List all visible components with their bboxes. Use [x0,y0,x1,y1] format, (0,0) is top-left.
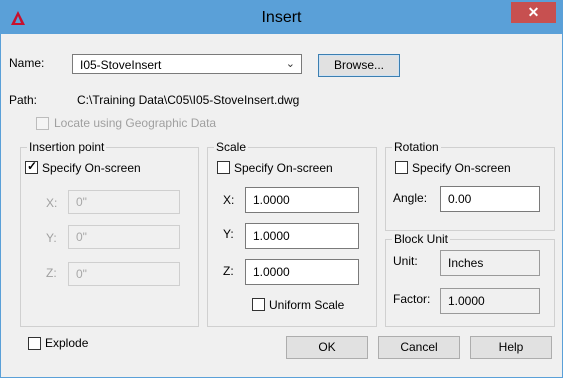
unit-label: Unit: [393,254,418,268]
rotation-title: Rotation [392,140,441,154]
angle-label: Angle: [393,191,428,205]
path-label: Path: [9,93,38,107]
scale-y-label: Y: [223,227,234,241]
scale-x-label: X: [223,193,235,207]
insertion-specify-checkbox[interactable]: ✓ [25,159,38,174]
cancel-button[interactable]: Cancel [378,336,460,359]
scale-specify-label: Specify On-screen [234,161,333,175]
block-unit-title: Block Unit [392,232,451,246]
scale-title: Scale [214,140,249,154]
scale-z-input[interactable]: 1.0000 [245,259,359,285]
geographic-data-checkbox[interactable] [36,117,49,130]
scale-specify-checkbox[interactable] [217,161,230,174]
explode-label: Explode [45,336,89,350]
title-bar[interactable]: Insert ✕ [1,1,562,34]
geographic-data-label: Locate using Geographic Data [54,116,217,130]
close-button[interactable]: ✕ [511,2,556,23]
window-title: Insert [261,9,302,26]
insertion-x-label: X: [46,196,58,210]
insertion-y-input[interactable]: 0" [68,225,180,249]
factor-value: 1.0000 [440,288,540,314]
uniform-scale-label: Uniform Scale [269,298,345,312]
scale-z-label: Z: [223,264,234,278]
block-name-dropdown[interactable]: I05-StoveInsert ⌄ [72,54,302,74]
ok-button[interactable]: OK [286,336,368,359]
scale-y-input[interactable]: 1.0000 [245,223,359,249]
name-label: Name: [9,56,45,70]
scale-x-input[interactable]: 1.0000 [245,187,359,213]
rotation-specify-label: Specify On-screen [412,161,511,175]
checkmark-icon: ✓ [27,159,38,173]
browse-button[interactable]: Browse... [318,54,400,77]
insertion-z-label: Z: [46,266,57,280]
factor-label: Factor: [393,292,431,306]
insertion-y-label: Y: [46,231,57,245]
rotation-specify-checkbox[interactable] [395,161,408,174]
insertion-x-input[interactable]: 0" [68,190,180,214]
angle-input[interactable]: 0.00 [440,186,540,212]
insertion-specify-label: Specify On-screen [42,161,141,175]
chevron-down-icon[interactable]: ⌄ [286,57,295,70]
insertion-z-input[interactable]: 0" [68,262,180,286]
uniform-scale-checkbox[interactable] [252,298,265,311]
insert-dialog: Insert ✕ Name: I05-StoveInsert ⌄ Browse.… [0,0,563,378]
insertion-point-title: Insertion point [27,140,107,154]
block-name-value: I05-StoveInsert [80,58,162,72]
unit-value: Inches [440,250,540,276]
explode-checkbox[interactable] [28,337,41,350]
path-value: C:\Training Data\C05\I05-StoveInsert.dwg [77,93,300,107]
help-button[interactable]: Help [470,336,552,359]
